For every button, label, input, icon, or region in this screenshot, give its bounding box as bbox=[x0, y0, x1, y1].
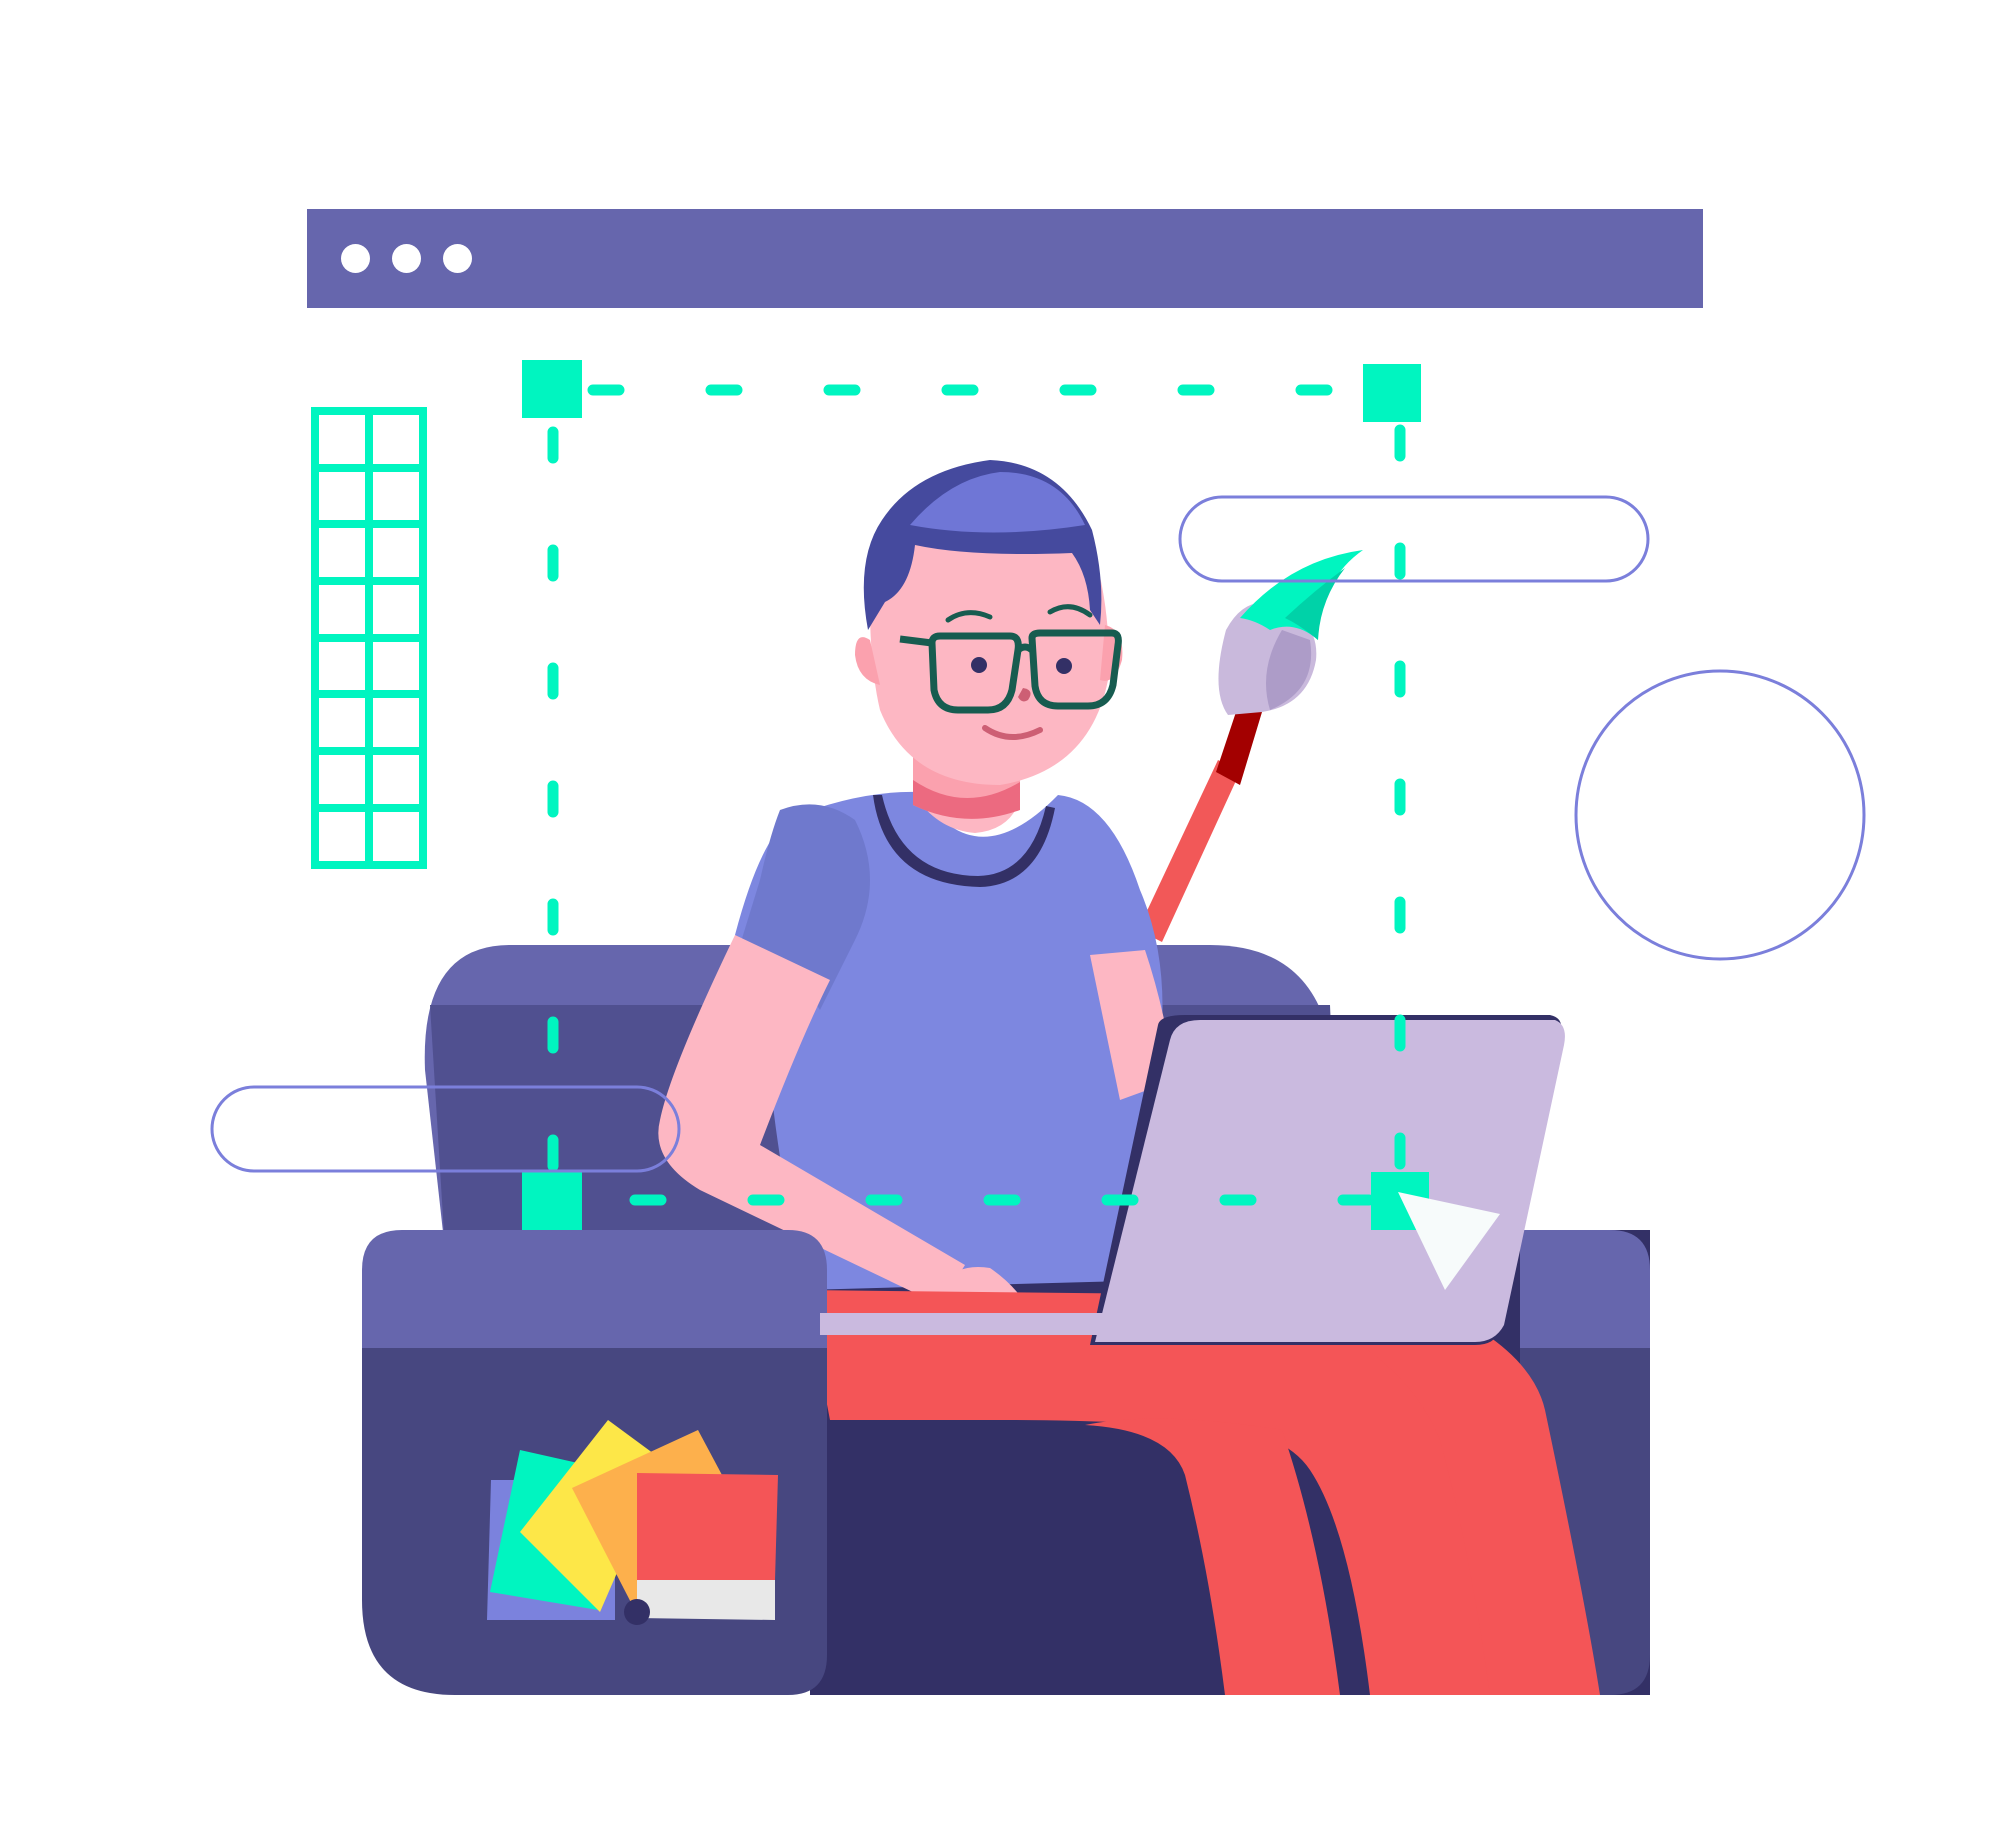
eye-left bbox=[971, 657, 987, 673]
circle-shape-icon bbox=[1574, 669, 1866, 961]
designer-illustration bbox=[210, 360, 1866, 1695]
swatch-pin bbox=[624, 1599, 650, 1625]
paintbrush-icon bbox=[1138, 550, 1363, 942]
sofa-left-arm-top bbox=[362, 1230, 827, 1348]
grid-layout-icon bbox=[311, 407, 427, 869]
swatch-red bbox=[637, 1473, 778, 1580]
brush-handle bbox=[1138, 760, 1240, 942]
laptop-base bbox=[820, 1313, 1110, 1335]
swatch-white bbox=[637, 1580, 775, 1620]
selection-handle-top-right bbox=[1363, 364, 1421, 422]
sofa-right-arm-top bbox=[1520, 1230, 1650, 1348]
eye-right bbox=[1056, 658, 1072, 674]
selection-handle-bottom-left bbox=[522, 1172, 582, 1230]
pill-outline-top-right bbox=[1178, 495, 1650, 583]
selection-handle-top-left bbox=[522, 360, 582, 418]
laptop-screen bbox=[1095, 1020, 1565, 1342]
